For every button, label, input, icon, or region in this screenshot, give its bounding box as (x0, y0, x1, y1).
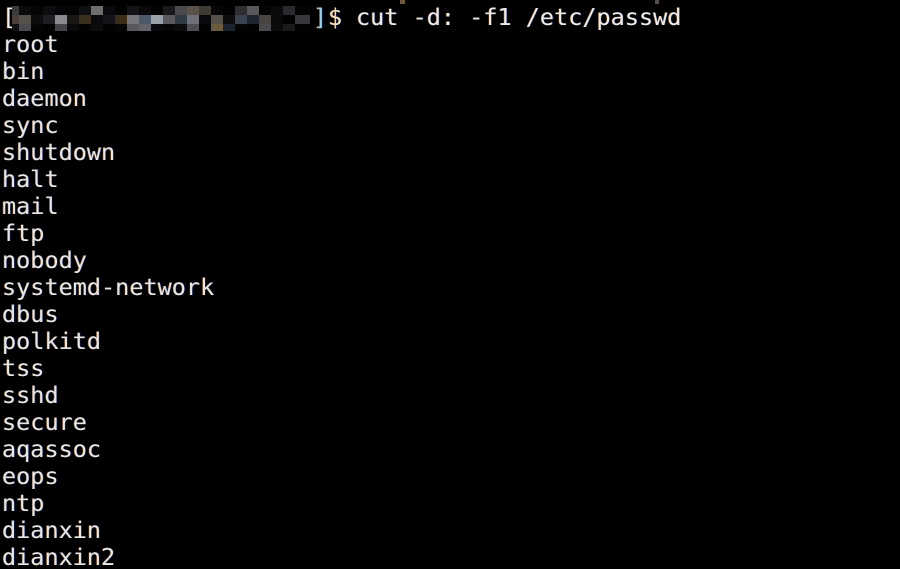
prompt-close-bracket: ] (313, 3, 328, 31)
output-line: aqassoc (2, 435, 102, 463)
output-line: dianxin (2, 516, 102, 544)
output-line: ftp (2, 219, 45, 247)
output-line: sshd (2, 381, 59, 409)
output-line: dbus (2, 300, 59, 328)
output-line: nobody (2, 246, 87, 274)
output-line: daemon (2, 84, 87, 112)
output-line: dianxin2 (2, 543, 116, 569)
output-line: systemd-network (2, 273, 215, 301)
output-line: sync (2, 111, 59, 139)
output-line: bin (2, 57, 45, 85)
command-input[interactable]: cut -d: -f1 /etc/passwd (356, 4, 681, 31)
output-line: shutdown (2, 138, 116, 166)
redacted-prompt-userhost (12, 6, 310, 31)
output-line: root (2, 30, 59, 58)
output-line: tss (2, 354, 45, 382)
terminal-screen[interactable]: [ ] $ cut -d: -f1 /etc/passwd root bin dae… (0, 0, 900, 569)
output-line: mail (2, 192, 59, 220)
output-line: secure (2, 408, 87, 436)
output-line: halt (2, 165, 59, 193)
output-line: polkitd (2, 327, 102, 355)
prompt-dollar-sigil: $ (328, 3, 343, 31)
output-line: eops (2, 462, 59, 490)
output-line: ntp (2, 489, 45, 517)
prompt-line: [ ] $ cut -d: -f1 /etc/passwd (0, 4, 900, 31)
